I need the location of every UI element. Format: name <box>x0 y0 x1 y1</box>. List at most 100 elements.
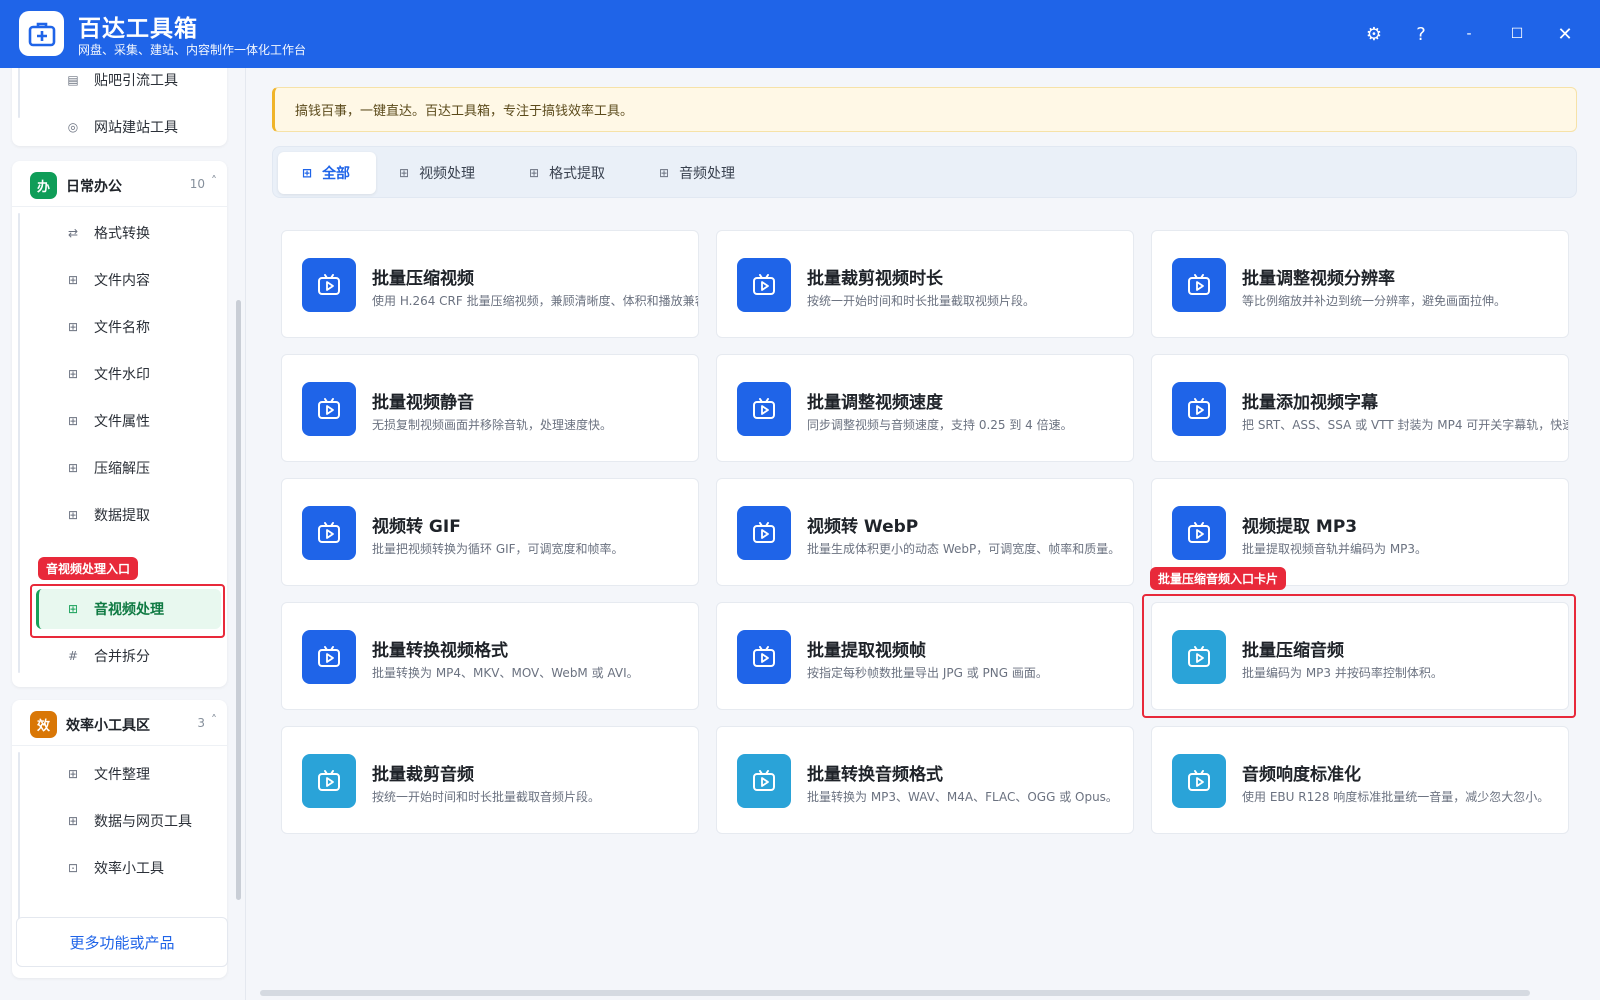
tool-card-title: 批量转换音频格式 <box>807 765 943 785</box>
tab-label: 格式提取 <box>549 166 606 182</box>
sidebar-item-data-extract[interactable]: ⊞ 数据提取 <box>36 495 221 535</box>
sidebar-item-label: 数据提取 <box>94 508 150 524</box>
app-subtitle: 网盘、采集、建站、内容制作一体化工作台 <box>78 43 307 57</box>
tool-card[interactable]: 批量裁剪音频 按统一开始时间和时长批量截取音频片段。 <box>281 726 699 834</box>
tool-card[interactable]: 批量转换视频格式 批量转换为 MP4、MKV、MOV、WebM 或 AVI。 <box>281 602 699 710</box>
sidebar-item-file-watermark[interactable]: ⊞ 文件水印 <box>36 354 221 394</box>
grid-icon: ⊞ <box>659 166 670 180</box>
tool-card-description: 批量转换为 MP3、WAV、M4A、FLAC、OGG 或 Opus。 <box>807 790 1118 804</box>
maximize-icon[interactable]: ☐ <box>1503 20 1531 48</box>
sidebar-item-av-processing[interactable]: ⊞ 音视频处理 <box>36 589 221 629</box>
group-badge: 效 <box>30 711 57 738</box>
sidebar-item-tieba[interactable]: ▤ 贴吧引流工具 <box>36 68 221 100</box>
sidebar-item-website[interactable]: ◎ 网站建站工具 <box>36 107 221 147</box>
video-play-icon <box>302 382 356 436</box>
grid-icon: ⊞ <box>67 461 79 475</box>
category-tabs: ⊞ 全部 ⊞ 视频处理 ⊞ 格式提取 ⊞ 音频处理 <box>272 146 1577 198</box>
help-icon[interactable]: ? <box>1407 20 1435 48</box>
tab-audio[interactable]: ⊞ 音频处理 <box>653 152 763 194</box>
group-count: 10 <box>189 177 205 191</box>
tool-card-description: 批量生成体积更小的动态 WebP，可调宽度、帧率和质量。 <box>807 542 1121 556</box>
sidebar: ▤ 贴吧引流工具 ◎ 网站建站工具 办 日常办公 10 ˄ ⇄ 格式转换 ⊞ 文… <box>0 68 246 1000</box>
tool-card-description: 同步调整视频与音频速度，支持 0.25 到 4 倍速。 <box>807 418 1073 432</box>
tab-all[interactable]: ⊞ 全部 <box>278 152 376 194</box>
tool-card-description: 把 SRT、ASS、SSA 或 VTT 封装为 MP4 可开关字幕轨，快速且不重 <box>1242 418 1568 432</box>
sidebar-item-compress[interactable]: ⊞ 压缩解压 <box>36 448 221 488</box>
tool-card-description: 批量编码为 MP3 并按码率控制体积。 <box>1242 666 1443 680</box>
sidebar-item-label: 文件属性 <box>94 414 150 430</box>
tool-card[interactable]: 批量视频静音 无损复制视频画面并移除音轨，处理速度快。 <box>281 354 699 462</box>
tab-format-extract[interactable]: ⊞ 格式提取 <box>523 152 633 194</box>
tab-video[interactable]: ⊞ 视频处理 <box>393 152 503 194</box>
tool-card[interactable]: 批量调整视频速度 同步调整视频与音频速度，支持 0.25 到 4 倍速。 <box>716 354 1134 462</box>
sidebar-card-top: ▤ 贴吧引流工具 ◎ 网站建站工具 <box>12 68 227 146</box>
box-icon: ⊡ <box>67 861 79 875</box>
group-badge: 办 <box>30 172 57 199</box>
tool-card[interactable]: 视频转 GIF 批量把视频转换为循环 GIF，可调宽度和帧率。 <box>281 478 699 586</box>
tool-card[interactable]: 批量压缩视频 使用 H.264 CRF 批量压缩视频，兼顾清晰度、体积和播放兼容性… <box>281 230 699 338</box>
sidebar-item-file-attributes[interactable]: ⊞ 文件属性 <box>36 401 221 441</box>
sidebar-item-label: 文件内容 <box>94 273 150 289</box>
tool-card-title: 批量裁剪视频时长 <box>807 269 943 289</box>
tool-card-title: 批量视频静音 <box>372 393 474 413</box>
video-play-icon <box>737 630 791 684</box>
minimize-icon[interactable]: ‐ <box>1455 20 1483 48</box>
tool-card[interactable]: 批量添加视频字幕把 SRT、ASS、SSA 或 VTT 封装为 MP4 可开关字… <box>1151 354 1569 462</box>
tool-card[interactable]: 批量裁剪视频时长 按统一开始时间和时长批量截取视频片段。 <box>716 230 1134 338</box>
sidebar-item-label: 贴吧引流工具 <box>94 73 178 89</box>
sidebar-item-label: 合并拆分 <box>94 649 150 665</box>
sidebar-item-label: 文件整理 <box>94 767 150 783</box>
sidebar-item-label: 数据与网页工具 <box>94 814 192 830</box>
tool-card[interactable]: 批量转换音频格式批量转换为 MP3、WAV、M4A、FLAC、OGG 或 Opu… <box>716 726 1134 834</box>
grid-icon: ⊞ <box>529 166 540 180</box>
tool-card[interactable]: 批量提取视频帧 按指定每秒帧数批量导出 JPG 或 PNG 画面。 <box>716 602 1134 710</box>
tool-card[interactable]: 批量调整视频分辨率 等比例缩放并补边到统一分辨率，避免画面拉伸。 <box>1151 230 1569 338</box>
tool-card-title: 批量提取视频帧 <box>807 641 926 661</box>
toolbox-logo-icon <box>19 11 64 56</box>
sidebar-item-label: 文件水印 <box>94 367 150 383</box>
sidebar-item-label: 音视频处理 <box>94 602 164 618</box>
chevron-up-icon[interactable]: ˄ <box>211 174 217 188</box>
video-play-icon <box>737 258 791 312</box>
tool-card[interactable]: 音频响度标准化使用 EBU R128 响度标准批量统一音量，减少忽大忽小。 <box>1151 726 1569 834</box>
sidebar-item-format-convert[interactable]: ⇄ 格式转换 <box>36 213 221 253</box>
tool-card[interactable]: 视频转 WebP 批量生成体积更小的动态 WebP，可调宽度、帧率和质量。 <box>716 478 1134 586</box>
sidebar-item-label: 效率小工具 <box>94 861 164 877</box>
swap-icon: ⇄ <box>67 226 79 240</box>
grid-icon: ⊞ <box>67 814 79 828</box>
more-features-button[interactable]: 更多功能或产品 <box>16 917 228 967</box>
group-header[interactable]: 办 日常办公 10 ˄ <box>12 161 227 207</box>
sidebar-item-label: 文件名称 <box>94 320 150 336</box>
chevron-up-icon[interactable]: ˄ <box>211 713 217 727</box>
video-play-icon <box>737 506 791 560</box>
video-play-icon <box>1172 258 1226 312</box>
sidebar-item-efficiency-tools[interactable]: ⊡ 效率小工具 <box>36 848 221 888</box>
tool-card-description: 使用 EBU R128 响度标准批量统一音量，减少忽大忽小。 <box>1242 790 1550 804</box>
tool-card-title: 视频提取 MP3 <box>1242 517 1358 537</box>
app-title: 百达工具箱 <box>78 16 198 42</box>
sidebar-item-label: 压缩解压 <box>94 461 150 477</box>
sidebar-item-file-name[interactable]: ⊞ 文件名称 <box>36 307 221 347</box>
sidebar-item-data-web-tools[interactable]: ⊞ 数据与网页工具 <box>36 801 221 841</box>
tab-label: 音频处理 <box>679 166 736 182</box>
close-icon[interactable]: ✕ <box>1551 20 1579 48</box>
sidebar-item-file-organize[interactable]: ⊞ 文件整理 <box>36 754 221 794</box>
tool-card-title: 批量压缩音频 <box>1242 641 1344 661</box>
settings-gear-icon[interactable]: ⚙ <box>1360 20 1388 48</box>
sidebar-scrollbar[interactable] <box>236 300 241 900</box>
horizontal-scrollbar[interactable] <box>260 990 1530 996</box>
tool-card-title: 视频转 WebP <box>807 517 919 537</box>
target-icon: ◎ <box>67 120 79 134</box>
tool-card-description: 批量提取视频音轨并编码为 MP3。 <box>1242 542 1428 556</box>
tool-card[interactable]: 批量压缩音频批量编码为 MP3 并按码率控制体积。 <box>1151 602 1569 710</box>
group-header[interactable]: 效 效率小工具区 3 ˄ <box>12 700 227 746</box>
tool-card-title: 音频响度标准化 <box>1242 765 1361 785</box>
grid-icon: ⊞ <box>67 273 79 287</box>
sidebar-item-file-content[interactable]: ⊞ 文件内容 <box>36 260 221 300</box>
video-play-icon <box>1172 506 1226 560</box>
hash-icon: # <box>67 649 79 663</box>
notice-banner: 搞钱百事，一键直达。百达工具箱，专注于搞钱效率工具。 <box>272 87 1577 132</box>
tool-card-title: 视频转 GIF <box>372 517 461 537</box>
sidebar-item-merge-split[interactable]: # 合并拆分 <box>36 636 221 676</box>
tool-card-title: 批量添加视频字幕 <box>1242 393 1378 413</box>
